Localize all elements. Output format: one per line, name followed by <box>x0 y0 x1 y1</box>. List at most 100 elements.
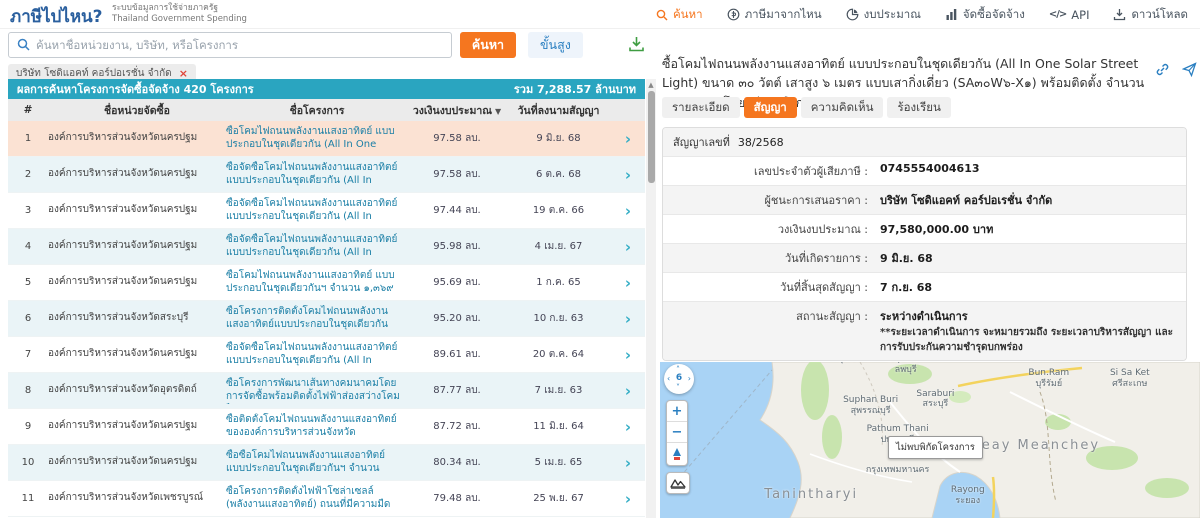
table-scrollbar[interactable]: ▲ <box>646 79 656 518</box>
map-place-label: Tanintharyi <box>764 486 859 502</box>
table-row[interactable]: 8 องค์การบริหารส่วนจังหวัดอุตรดิตถ์ ซื้อ… <box>8 373 645 409</box>
top-nav: ค้นหา ภาษีมาจากไหน งบประมาณ จัดซื้อจัดจ้… <box>656 0 1188 29</box>
sort-desc-icon[interactable]: ▼ <box>495 107 501 116</box>
row-project-link[interactable]: ซื้อจัดซื้อโคมไฟถนนพลังงานแสงอาทิตย์แบบป… <box>226 233 408 260</box>
row-project-link[interactable]: ซื้อติดตั้งโคมไฟถนนพลังงานแสงอาทิตย์ของอ… <box>226 413 408 440</box>
row-project-link[interactable]: ซื้อซื้อโคมไฟถนนพลังงานแสงอาทิตย์ แบบประ… <box>226 449 408 476</box>
row-number: 1 <box>24 133 32 144</box>
chevron-right-icon[interactable] <box>611 202 645 220</box>
app-subtitle-en: Thailand Government Spending <box>112 14 247 25</box>
col-number: # <box>23 104 33 116</box>
map-place-label: กรุงเทพมหานคร <box>865 464 930 475</box>
advanced-search-button[interactable]: ขั้นสูง <box>528 32 583 58</box>
chevron-right-icon[interactable] <box>611 238 645 256</box>
row-project-link[interactable]: ซื้อจัดซื้อโคมไฟถนนพลังงานแสงอาทิตย์แบบป… <box>226 197 408 224</box>
results-total-label: รวม 7,288.57 ล้านบาท <box>513 83 636 96</box>
tab-comments[interactable]: ความคิดเห็น <box>800 97 884 118</box>
field-value: 7 ก.ย. 68 <box>880 281 933 294</box>
row-budget: 87.77 ลบ. <box>433 385 481 396</box>
close-icon[interactable]: × <box>179 68 188 79</box>
chevron-right-icon[interactable] <box>611 346 645 364</box>
table-row[interactable]: 6 องค์การบริหารส่วนจังหวัดสระบุรี ซื้อโค… <box>8 301 645 337</box>
tab-contract[interactable]: สัญญา <box>743 97 797 118</box>
row-project-link[interactable]: ซื้อโคมไฟถนนพลังงานแสงอาทิตย์ แบบประกอบใ… <box>226 125 408 152</box>
row-project-link[interactable]: ซื้อโครงการพัฒนาเส้นทางคมนาคมโดยการจัดซื… <box>226 377 408 404</box>
row-date: 11 มิ.ย. 64 <box>533 421 584 432</box>
chevron-right-icon[interactable] <box>611 274 645 292</box>
row-number: 9 <box>24 421 32 432</box>
map-panel[interactable]: อุทัยธานี Lop Buri ลพบุรี Suphan Buri สุ… <box>660 362 1200 518</box>
table-row[interactable]: 5 องค์การบริหารส่วนจังหวัดนครปฐม ซื้อโคม… <box>8 265 645 301</box>
col-budget[interactable]: วงเงินงบประมาณ ▼ <box>408 102 506 119</box>
field-value: 97,580,000.00 บาท <box>880 223 994 236</box>
row-number: 3 <box>24 205 32 216</box>
table-row[interactable]: 10 องค์การบริหารส่วนจังหวัดนครปฐม ซื้อซื… <box>8 445 645 481</box>
row-number: 8 <box>24 385 32 396</box>
contract-field-row: วันที่สิ้นสุดสัญญา : 7 ก.ย. 68 <box>663 273 1186 302</box>
row-project-link[interactable]: ซื้อโคมไฟถนนพลังงานแสงอาทิตย์ แบบประกอบใ… <box>226 269 408 296</box>
row-date: 9 มิ.ย. 68 <box>536 133 581 144</box>
row-project-link[interactable]: ซื้อโครงการติดตั้งโคมไฟถนนพลังงานแสงอาทิ… <box>226 305 408 332</box>
chevron-right-icon[interactable] <box>611 418 645 436</box>
zoom-out-button[interactable]: − <box>667 422 687 443</box>
search-box <box>8 32 452 58</box>
chevron-right-icon[interactable] <box>611 130 645 148</box>
chevron-right-icon[interactable] <box>611 166 645 184</box>
nav-item-download[interactable]: ดาวน์โหลด <box>1113 6 1188 24</box>
bar-chart-icon <box>945 8 958 21</box>
row-project-link[interactable]: ซื้อจัดซื้อโคมไฟถนนพลังงานแสงอาทิตย์แบบป… <box>226 341 408 368</box>
row-date: 5 เม.ย. 65 <box>534 457 583 468</box>
row-budget: 97.44 ลบ. <box>433 205 481 216</box>
search-input[interactable] <box>36 38 443 52</box>
map-zoom-level: 6 <box>675 373 683 383</box>
chevron-right-icon[interactable] <box>611 490 645 508</box>
terrain-layer-button[interactable] <box>666 472 690 494</box>
field-value: ระหว่างดำเนินการ <box>880 310 968 323</box>
scrollbar-thumb[interactable] <box>647 91 655 183</box>
row-agency: องค์การบริหารส่วนจังหวัดนครปฐม <box>48 168 198 180</box>
coin-icon <box>727 8 740 21</box>
row-project-link[interactable]: ซื้อจัดซื้อโคมไฟถนนพลังงานแสงอาทิตย์แบบป… <box>226 161 408 188</box>
search-button[interactable]: ค้นหา <box>460 32 516 58</box>
chevron-right-icon[interactable] <box>611 454 645 472</box>
tab-details[interactable]: รายละเอียด <box>662 97 740 118</box>
export-download-button[interactable] <box>628 34 645 56</box>
table-row[interactable]: 11 องค์การบริหารส่วนจังหวัดเพชรบูรณ์ ซื้… <box>8 481 645 517</box>
map-pan-control[interactable]: ˄ ˅ ‹ › 6 <box>664 364 694 394</box>
contract-field-row: วงเงินงบประมาณ : 97,580,000.00 บาท <box>663 215 1186 244</box>
table-row[interactable]: 9 องค์การบริหารส่วนจังหวัดนครปฐม ซื้อติด… <box>8 409 645 445</box>
scroll-up-icon[interactable]: ▲ <box>646 79 656 89</box>
table-row[interactable]: 3 องค์การบริหารส่วนจังหวัดนครปฐม ซื้อจัด… <box>8 193 645 229</box>
chevron-right-icon[interactable] <box>611 382 645 400</box>
app-logo[interactable]: ภาษีไปไหน? <box>10 3 103 30</box>
contract-field-row: สถานะสัญญา : ระหว่างดำเนินการ **ระยะเวลา… <box>663 302 1186 360</box>
field-label: วันที่เกิดรายการ : <box>785 252 868 265</box>
detail-title-actions <box>1155 62 1197 81</box>
row-project-link[interactable]: ซื้อโครงการติดตั้งไฟฟ้าโซล่าเซลล์ (พลังง… <box>226 485 408 512</box>
nav-item-procurement[interactable]: จัดซื้อจัดจ้าง <box>945 6 1025 24</box>
map-place-label: Lop Buri ลพบุรี <box>887 362 924 375</box>
search-icon <box>656 9 668 21</box>
field-value: บริษัท โซดิแอคท์ คอร์ปอเรชั่น จำกัด <box>880 194 1053 207</box>
code-icon: </> <box>1048 9 1067 20</box>
tab-complaints[interactable]: ร้องเรียน <box>887 97 951 118</box>
chevron-right-icon[interactable] <box>611 310 645 328</box>
search-row: ค้นหา ขั้นสูง <box>8 32 645 58</box>
table-row[interactable]: 7 องค์การบริหารส่วนจังหวัดนครปฐม ซื้อจัด… <box>8 337 645 373</box>
row-number: 4 <box>24 241 32 252</box>
share-icon[interactable] <box>1181 62 1197 81</box>
nav-item-tax-origin[interactable]: ภาษีมาจากไหน <box>727 6 822 24</box>
table-row[interactable]: 2 องค์การบริหารส่วนจังหวัดนครปฐม ซื้อจัด… <box>8 157 645 193</box>
pan-down-icon[interactable]: ˅ <box>676 384 680 392</box>
zoom-in-button[interactable]: + <box>667 401 687 422</box>
nav-item-budget[interactable]: งบประมาณ <box>846 6 921 24</box>
table-row[interactable]: 4 องค์การบริหารส่วนจังหวัดนครปฐม ซื้อจัด… <box>8 229 645 265</box>
table-row[interactable]: 1 องค์การบริหารส่วนจังหวัดนครปฐม ซื้อโคม… <box>8 121 645 157</box>
compass-needle-button[interactable] <box>667 443 687 465</box>
link-icon[interactable] <box>1155 62 1170 81</box>
map-place-label: Suphan Buri สุพรรณบุรี <box>843 394 899 416</box>
contract-number-value: 38/2568 <box>737 135 784 149</box>
nav-item-search[interactable]: ค้นหา <box>656 6 703 24</box>
nav-item-api[interactable]: </> API <box>1049 8 1090 22</box>
contract-number-row: สัญญาเลขที่ 38/2568 <box>663 128 1186 157</box>
